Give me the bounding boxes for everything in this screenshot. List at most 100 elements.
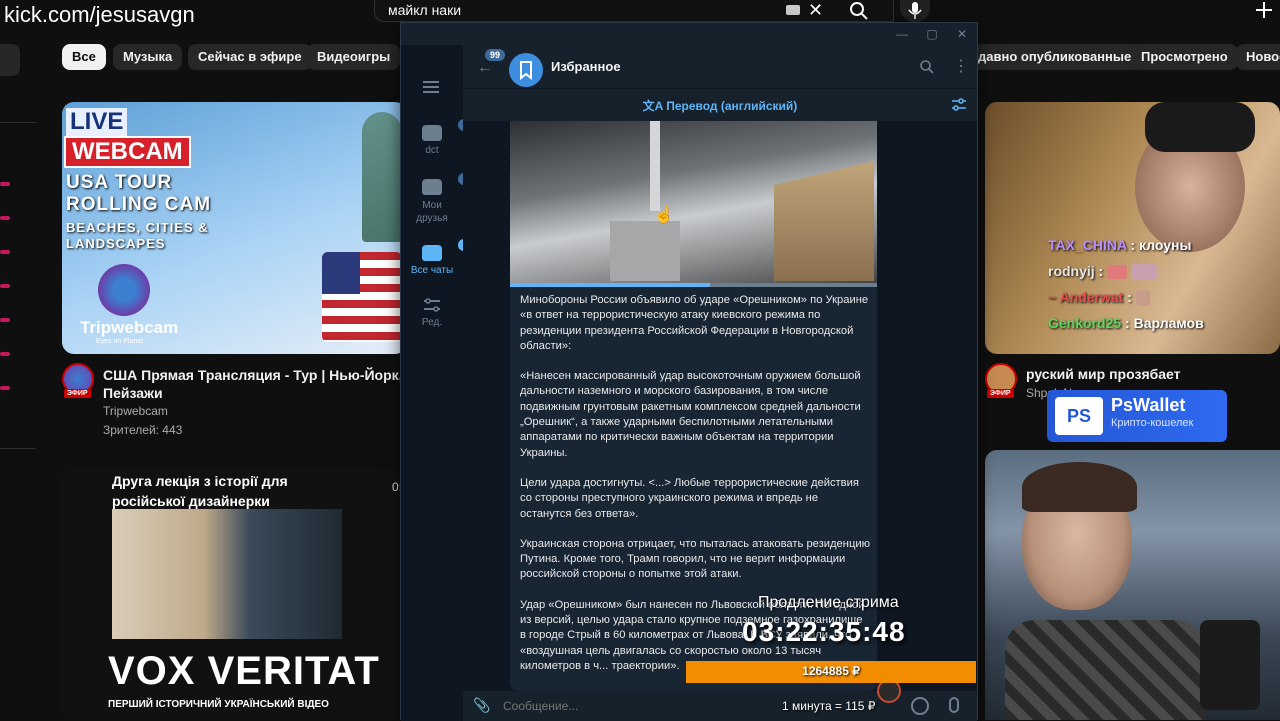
minimize-icon[interactable]: —	[887, 25, 917, 43]
donation-rate: 1 минута = 115 ₽	[782, 699, 876, 713]
microphone-icon	[908, 2, 922, 19]
thumbnail-title: Друга лекція з історії для російської ди…	[112, 473, 288, 509]
emoji-icon[interactable]	[911, 697, 929, 715]
thumbnail-caption-line: ROLLING CAM	[66, 194, 212, 215]
chat-message: TAX_CHINA : клоуны	[1048, 232, 1258, 258]
translate-settings-icon[interactable]	[951, 97, 967, 113]
lamp-post-image	[650, 121, 660, 211]
stream-extension-label: Продление стрима	[758, 594, 899, 611]
statue-of-liberty-image	[362, 112, 402, 242]
live-indicator	[0, 216, 10, 220]
stream-chat-overlay: TAX_CHINA : клоуны rodnyij : ~ Anderwat …	[1048, 232, 1258, 336]
message-list[interactable]: ☝ Минобороны России объявило об ударе «О…	[463, 121, 977, 691]
house-image	[774, 161, 874, 281]
chat-text: Варламов	[1133, 315, 1204, 331]
channel-name[interactable]: Tripwebcam	[103, 404, 168, 418]
message-paragraph: Минобороны России объявило об ударе «Оре…	[520, 294, 869, 352]
bookmark-icon	[520, 61, 532, 81]
menu-icon[interactable]	[421, 79, 441, 95]
more-options-icon[interactable]: ⋮	[953, 57, 969, 77]
thumbnail-caption-line: USA TOUR	[66, 172, 173, 193]
chip-new[interactable]: Новое	[1236, 44, 1280, 70]
sliders-icon	[424, 298, 440, 312]
message-paragraph: «Нанесен массированный удар высокоточным…	[520, 370, 861, 459]
folder-label: Все чаты	[410, 265, 454, 276]
chat-text: клоуны	[1139, 237, 1192, 253]
folder-edit[interactable]: Ред.	[401, 297, 463, 328]
globe-icon	[98, 264, 150, 316]
video-title[interactable]: США Прямая Трансляция - Тур | Нью-Йорк, …	[103, 366, 403, 385]
emote-icon	[1107, 265, 1128, 280]
video-progress-bar[interactable]	[510, 283, 877, 287]
back-arrow-icon[interactable]: ←	[477, 59, 493, 76]
close-icon[interactable]: ✕	[947, 25, 977, 43]
paperclip-icon[interactable]: 📎	[473, 697, 490, 715]
clear-search-icon[interactable]: ✕	[808, 0, 826, 22]
video-title-continued[interactable]: Пейзажи	[103, 385, 163, 401]
thumbnail-caption-line: LANDSCAPES	[66, 236, 166, 251]
translate-label[interactable]: 文A Перевод (английский)	[463, 97, 977, 114]
sidebar-divider	[0, 122, 36, 123]
folder-dct[interactable]: 191 dct	[401, 119, 484, 156]
live-indicator	[0, 386, 10, 390]
sidebar-item[interactable]	[0, 44, 20, 76]
keyboard-icon[interactable]	[786, 5, 800, 15]
video-progress-fill	[510, 283, 710, 287]
cursor-icon: ☝	[654, 207, 674, 224]
live-indicator	[0, 182, 10, 186]
pswallet-banner[interactable]: PS PsWallet Крипто-кошелек	[1047, 390, 1227, 442]
plus-icon	[1256, 2, 1272, 18]
microphone-icon[interactable]	[949, 697, 959, 713]
window-titlebar: — ▢ ✕	[401, 23, 977, 45]
chat-message: Genkord25 : Варламов	[1048, 310, 1258, 336]
chat-message: ~ Anderwat :	[1048, 284, 1258, 310]
badge-icon: ~	[1048, 289, 1060, 305]
create-button[interactable]	[1248, 0, 1280, 22]
usa-flag-canton	[322, 252, 360, 294]
thumbnail-headline: VOX VERITAT	[108, 649, 380, 693]
chat-title[interactable]: Избранное	[551, 59, 621, 74]
emote-icon	[1131, 264, 1158, 281]
folder-label: dct	[425, 145, 439, 156]
video-title[interactable]: руский мир прозябает	[1026, 366, 1181, 382]
thumbnail-photo	[112, 509, 342, 639]
chip-live-now[interactable]: Сейчас в эфире	[188, 44, 312, 70]
chat-username: rodnyij	[1048, 263, 1095, 279]
video-thumbnail-lecture[interactable]: Друга лекція з історії для російської ди…	[62, 467, 407, 720]
live-indicator	[0, 318, 10, 322]
sidebar-divider	[0, 448, 36, 449]
live-indicator	[0, 352, 10, 356]
thumbnail-caption: USA TOUR ROLLING CAM BEACHES, CITIES & L…	[66, 172, 211, 252]
message-paragraph: Украинская сторона отрицает, что пыталас…	[520, 537, 871, 581]
search-input[interactable]: майкл наки	[388, 2, 461, 18]
video-thumbnail-usa-tour[interactable]: LIVE WEBCAM USA TOUR ROLLING CAM BEACHES…	[62, 102, 407, 354]
search-button[interactable]	[842, 0, 874, 22]
chip-all[interactable]: Все	[62, 44, 106, 70]
webcam-badge: WEBCAM	[64, 136, 191, 168]
chip-music[interactable]: Музыка	[113, 44, 183, 70]
chip-gaming[interactable]: Видеоигры	[307, 44, 401, 70]
folder-label: Ред.	[421, 317, 443, 328]
search-icon[interactable]	[919, 59, 935, 75]
stream-timer: 03:22:35:48	[742, 616, 906, 647]
translate-icon: 文A	[642, 99, 667, 113]
folder-icon: 44	[422, 173, 479, 195]
maximize-icon[interactable]: ▢	[917, 25, 947, 43]
donation-amount: 1264885 ₽	[802, 664, 860, 678]
translate-text: Перевод (английский)	[666, 99, 798, 113]
saved-messages-avatar[interactable]	[509, 53, 543, 87]
chat-header: ← 99 Избранное ⋮	[463, 45, 977, 89]
pswallet-logo: PS	[1055, 397, 1103, 435]
message-paragraph: Цели удара достигнуты. <...> Любые терро…	[520, 476, 859, 520]
voice-search-button[interactable]	[900, 0, 930, 22]
youtube-sidebar	[0, 40, 40, 720]
folder-icon: 191	[422, 119, 484, 141]
chat-message: rodnyij :	[1048, 258, 1258, 284]
chip-recently-uploaded[interactable]: давно опубликованные	[970, 44, 1142, 70]
chip-watched[interactable]: Просмотрено	[1131, 44, 1238, 70]
video-attachment[interactable]: ☝	[510, 121, 877, 287]
folder-my-friends[interactable]: 44 Мои друзья	[401, 173, 479, 225]
translate-bar[interactable]: 文A Перевод (английский)	[463, 89, 977, 121]
chat-username: Genkord25	[1048, 315, 1122, 331]
folder-all-chats[interactable]: 410 Все чаты	[401, 239, 484, 276]
